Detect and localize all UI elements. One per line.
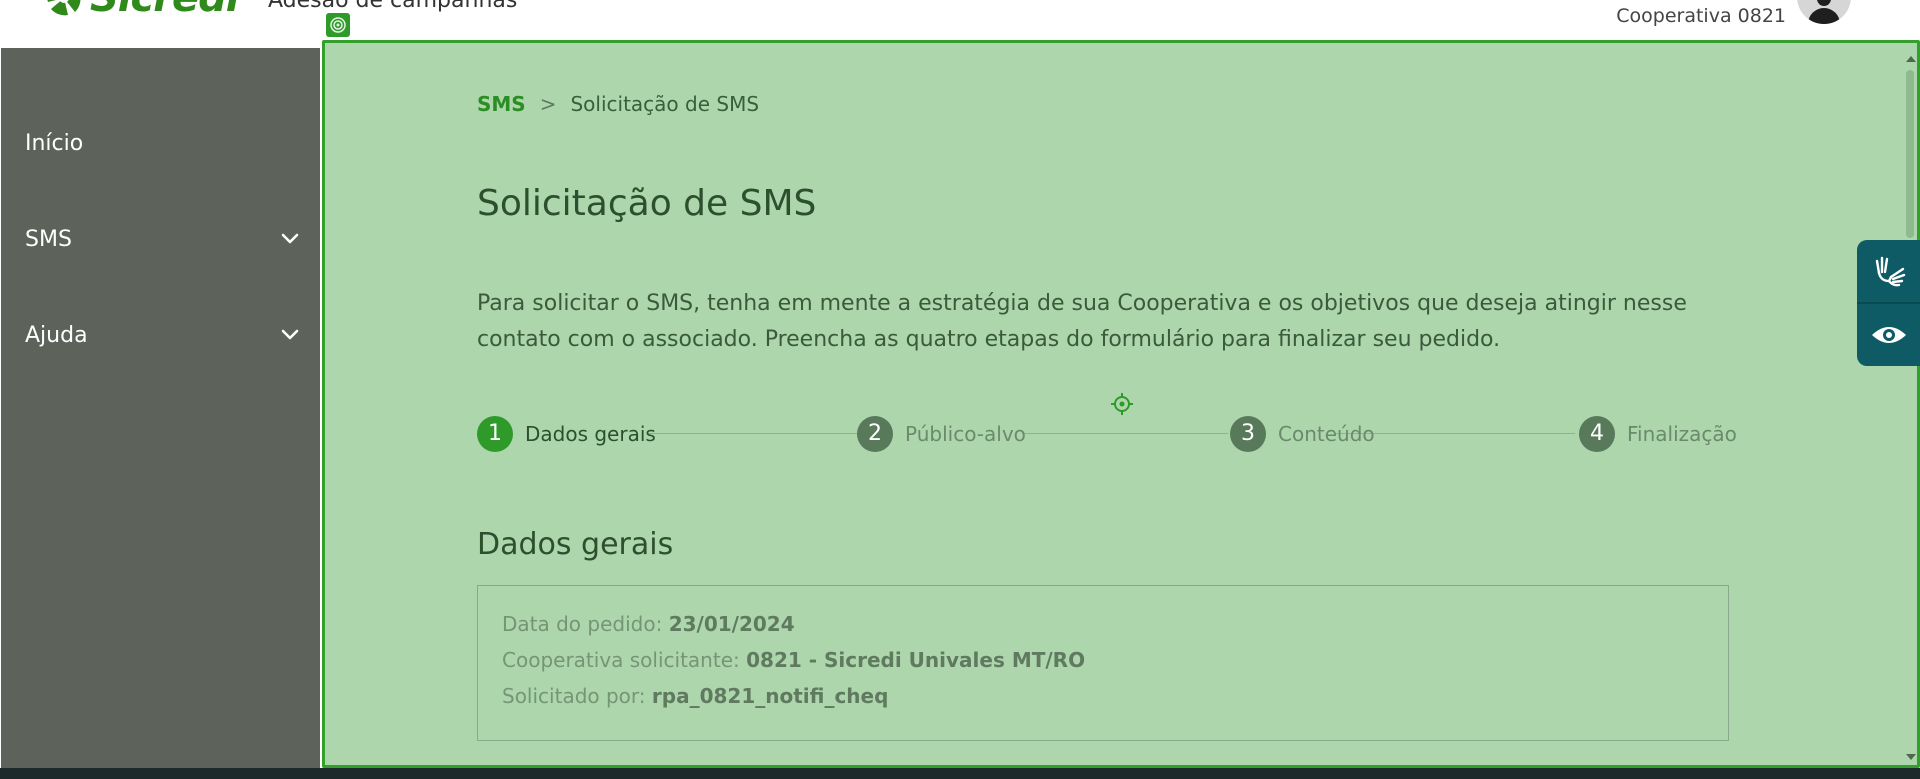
step-number: 2	[857, 416, 893, 452]
step-dados-gerais[interactable]: 1 Dados gerais	[477, 416, 656, 452]
target-marker-icon	[326, 13, 350, 37]
info-row-solicitado-por: Solicitado por: rpa_0821_notifi_cheq	[502, 682, 888, 710]
step-number: 4	[1579, 416, 1615, 452]
info-value: rpa_0821_notifi_cheq	[651, 684, 889, 708]
info-value: 0821 - Sicredi Univales MT/RO	[746, 648, 1086, 672]
sidebar-item-sms[interactable]: SMS	[25, 219, 300, 259]
general-info-box: Data do pedido: 23/01/2024 Cooperativa s…	[477, 585, 1729, 741]
sidebar: Início SMS Ajuda	[1, 48, 320, 768]
step-finalizacao[interactable]: 4 Finalização	[1579, 416, 1737, 452]
info-label: Solicitado por:	[502, 684, 646, 708]
step-label: Finalização	[1627, 422, 1737, 446]
info-label: Data do pedido:	[502, 612, 663, 636]
info-label: Cooperativa solicitante:	[502, 648, 740, 672]
breadcrumb-link-sms[interactable]: SMS	[477, 92, 526, 116]
user-avatar[interactable]	[1797, 0, 1851, 24]
step-label: Público-alvo	[905, 422, 1026, 446]
avatar-body-icon	[1808, 8, 1840, 24]
info-row-data-pedido: Data do pedido: 23/01/2024	[502, 610, 795, 638]
sidebar-item-label: Ajuda	[25, 322, 88, 348]
sidebar-item-inicio[interactable]: Início	[25, 123, 300, 163]
page-title: Solicitação de SMS	[477, 183, 817, 224]
sicredi-logo[interactable]: Sicredi	[44, 0, 238, 18]
avatar-head-icon	[1817, 0, 1831, 6]
chevron-down-icon[interactable]	[280, 325, 300, 345]
scroll-thumb[interactable]	[1906, 70, 1914, 238]
step-number: 3	[1230, 416, 1266, 452]
step-publico-alvo[interactable]: 2 Público-alvo	[857, 416, 1026, 452]
crosshair-icon	[1111, 393, 1133, 415]
app-title: Adesão de campanhas	[268, 0, 518, 13]
stepper-connector	[1022, 433, 1228, 434]
step-label: Dados gerais	[525, 422, 656, 446]
intro-text: Para solicitar o SMS, tenha em mente a e…	[477, 291, 1687, 352]
sidebar-item-label: Início	[25, 130, 84, 156]
step-conteudo[interactable]: 3 Conteúdo	[1230, 416, 1375, 452]
step-number: 1	[477, 416, 513, 452]
breadcrumb-current: Solicitação de SMS	[570, 92, 760, 116]
section-title: Dados gerais	[477, 527, 674, 562]
stepper-connector	[648, 433, 858, 434]
breadcrumb-separator: >	[539, 92, 557, 116]
sidebar-item-label: SMS	[25, 226, 72, 252]
scroll-up-arrow-icon[interactable]	[1906, 56, 1916, 62]
taskbar	[0, 768, 1920, 779]
vertical-scrollbar[interactable]	[1902, 54, 1918, 766]
logo-text: Sicredi	[90, 0, 238, 18]
step-label: Conteúdo	[1278, 422, 1375, 446]
sicredi-logo-icon	[47, 0, 81, 16]
cooperative-label: Cooperativa 0821	[1616, 5, 1786, 27]
info-row-cooperativa: Cooperativa solicitante: 0821 - Sicredi …	[502, 646, 1085, 674]
scroll-down-arrow-icon[interactable]	[1906, 754, 1916, 760]
info-value: 23/01/2024	[668, 612, 795, 636]
breadcrumb: SMS > Solicitação de SMS	[477, 92, 759, 116]
sidebar-item-ajuda[interactable]: Ajuda	[25, 315, 300, 355]
chevron-down-icon[interactable]	[280, 229, 300, 249]
